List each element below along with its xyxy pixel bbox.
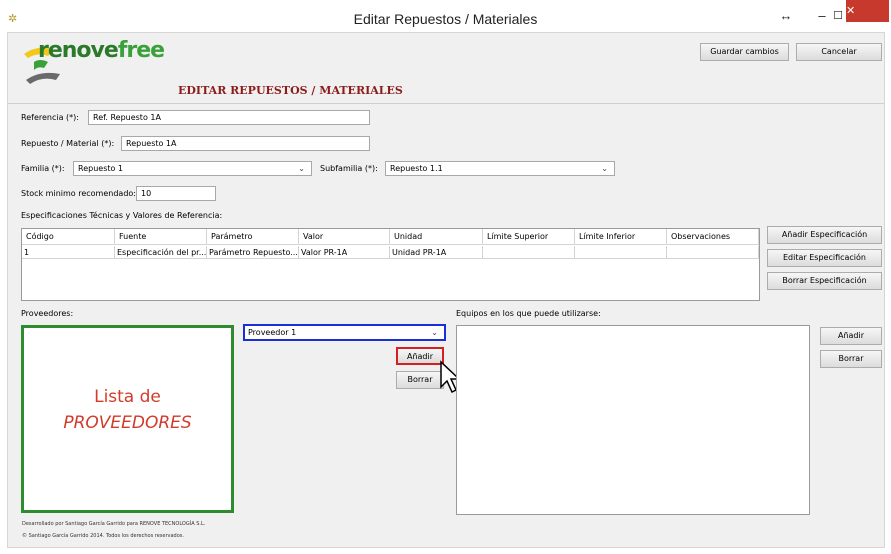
column-header[interactable]: Fuente bbox=[115, 229, 207, 245]
stock-label: Stock minimo recomendado: bbox=[21, 189, 136, 198]
subfamilia-value: Repuesto 1.1 bbox=[390, 164, 443, 173]
subfamilia-label: Subfamilia (*): bbox=[320, 164, 378, 173]
table-cell[interactable]: Especificación del pr... bbox=[115, 246, 207, 259]
add-spec-button[interactable]: Añadir Especificación bbox=[767, 226, 882, 244]
column-header[interactable]: Valor bbox=[299, 229, 390, 245]
referencia-input[interactable]: Ref. Repuesto 1A bbox=[88, 110, 370, 125]
chevron-down-icon: ⌄ bbox=[601, 164, 608, 173]
table-cell[interactable]: Parámetro Repuesto... bbox=[207, 246, 299, 259]
repuesto-label: Repuesto / Material (*): bbox=[21, 139, 115, 148]
table-cell[interactable] bbox=[575, 246, 667, 259]
column-header[interactable]: Parámetro bbox=[207, 229, 299, 245]
add-equipo-button[interactable]: Añadir bbox=[820, 327, 882, 345]
annotation-line: PROVEEDORES bbox=[63, 413, 192, 433]
table-cell[interactable]: Valor PR-1A bbox=[299, 246, 390, 259]
table-cell[interactable]: 1 bbox=[22, 246, 115, 259]
column-header[interactable]: Observaciones bbox=[667, 229, 759, 245]
column-header[interactable]: Límite Superior bbox=[483, 229, 575, 245]
restore-resize-icon[interactable]: ↔ bbox=[771, 6, 801, 26]
familia-select[interactable]: Repuesto 1 ⌄ bbox=[73, 161, 312, 176]
page-heading: EDITAR REPUESTOS / MATERIALES bbox=[178, 84, 403, 97]
divider bbox=[8, 103, 884, 104]
equipos-list[interactable] bbox=[456, 325, 810, 515]
table-cell[interactable]: Unidad PR-1A bbox=[390, 246, 483, 259]
familia-label: Familia (*): bbox=[21, 164, 65, 173]
save-button[interactable]: Guardar cambios bbox=[700, 43, 789, 61]
column-header[interactable]: Código bbox=[22, 229, 115, 245]
footer-credits: Desarrollado por Santiago García Garrido… bbox=[22, 521, 206, 527]
specs-section-label: Especificaciones Técnicas y Valores de R… bbox=[21, 211, 223, 220]
delete-equipo-button[interactable]: Borrar bbox=[820, 350, 882, 368]
specs-table[interactable]: Código Fuente Parámetro Valor Unidad Lím… bbox=[21, 228, 760, 301]
proveedores-label: Proveedores: bbox=[21, 309, 74, 318]
cancel-button[interactable]: Cancelar bbox=[796, 43, 882, 61]
proveedores-annotation: Lista de PROVEEDORES bbox=[21, 384, 234, 436]
table-cell[interactable] bbox=[483, 246, 575, 259]
repuesto-input[interactable]: Repuesto 1A bbox=[121, 136, 370, 151]
add-proveedor-button[interactable]: Añadir bbox=[396, 347, 444, 365]
chevron-down-icon: ⌄ bbox=[298, 164, 305, 173]
footer-copyright: © Santiago García Garrido 2014. Todos lo… bbox=[22, 533, 184, 539]
familia-value: Repuesto 1 bbox=[78, 164, 124, 173]
stock-input[interactable]: 10 bbox=[136, 186, 216, 201]
subfamilia-select[interactable]: Repuesto 1.1 ⌄ bbox=[385, 161, 615, 176]
edit-spec-button[interactable]: Editar Especificación bbox=[767, 249, 882, 267]
proveedor-value: Proveedor 1 bbox=[248, 328, 297, 337]
delete-proveedor-button[interactable]: Borrar bbox=[396, 371, 444, 389]
delete-spec-button[interactable]: Borrar Especificación bbox=[767, 272, 882, 290]
referencia-label: Referencia (*): bbox=[21, 113, 79, 122]
column-header[interactable]: Límite Inferior bbox=[575, 229, 667, 245]
proveedor-select[interactable]: Proveedor 1 ⌄ bbox=[243, 324, 446, 341]
table-cell[interactable] bbox=[667, 246, 759, 259]
column-header[interactable]: Unidad bbox=[390, 229, 483, 245]
close-button[interactable]: ✕ bbox=[846, 0, 889, 22]
logo: renovefree bbox=[38, 38, 165, 63]
equipos-label: Equipos en los que puede utilizarse: bbox=[456, 309, 601, 318]
chevron-down-icon: ⌄ bbox=[431, 328, 438, 337]
window-title: Editar Repuestos / Materiales bbox=[353, 11, 538, 27]
annotation-line: Lista de bbox=[94, 387, 161, 407]
